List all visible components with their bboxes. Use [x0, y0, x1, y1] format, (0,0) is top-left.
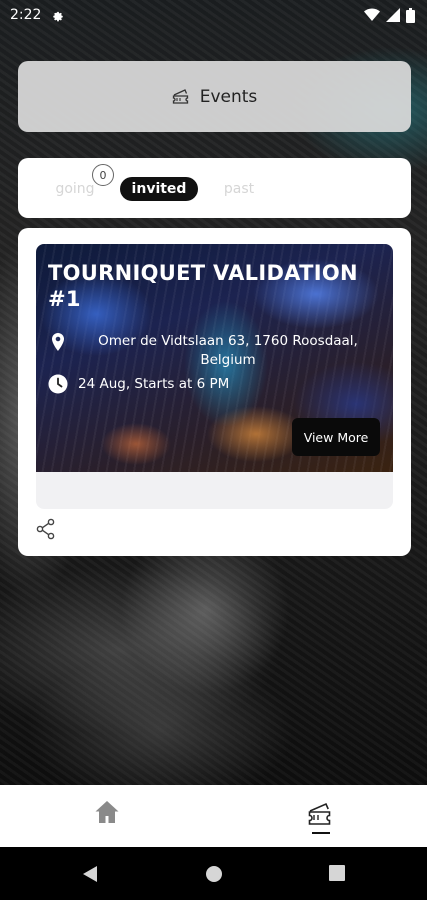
ticket-icon: [172, 88, 188, 104]
event-date: 24 Aug, Starts at 6 PM: [78, 376, 230, 392]
location-pin-icon: [52, 333, 64, 351]
settings-gear-icon: [53, 11, 64, 21]
status-bar: 2:22: [0, 0, 427, 30]
tabs-card: going 0 invited past: [18, 158, 411, 218]
status-time: 2:22: [10, 7, 42, 23]
nav-events-ticket-icon[interactable]: [307, 801, 335, 831]
share-icon[interactable]: [36, 518, 56, 540]
event-date-row: 24 Aug, Starts at 6 PM: [48, 374, 229, 394]
active-tab-indicator: [312, 832, 330, 834]
home-icon[interactable]: [94, 799, 120, 825]
tab-invited[interactable]: invited: [120, 177, 198, 201]
system-navigation-bar: [0, 847, 427, 900]
recents-icon[interactable]: [329, 865, 345, 881]
event-location: Omer de Vidtslaan 63, 1760 Roosdaal, Bel…: [98, 333, 358, 368]
event-location-row: Omer de Vidtslaan 63, 1760 Roosdaal, Bel…: [48, 332, 383, 370]
header-title: Events: [199, 86, 258, 107]
battery-icon: [406, 7, 415, 23]
going-count-badge: 0: [92, 164, 114, 186]
home-circle-icon[interactable]: [205, 865, 223, 883]
event-card[interactable]: TOURNIQUET VALIDATION #1 Omer de Vidtsla…: [36, 244, 393, 509]
view-more-button[interactable]: View More: [292, 418, 380, 456]
events-header: Events: [18, 61, 411, 132]
event-list: TOURNIQUET VALIDATION #1 Omer de Vidtsla…: [18, 228, 411, 556]
bottom-navigation: [0, 785, 427, 847]
clock-icon: [48, 374, 68, 394]
signal-icon: [386, 8, 400, 22]
wifi-icon: [364, 8, 380, 21]
back-icon[interactable]: [82, 865, 98, 883]
event-title: TOURNIQUET VALIDATION #1: [48, 261, 358, 311]
tab-past[interactable]: past: [216, 177, 262, 201]
